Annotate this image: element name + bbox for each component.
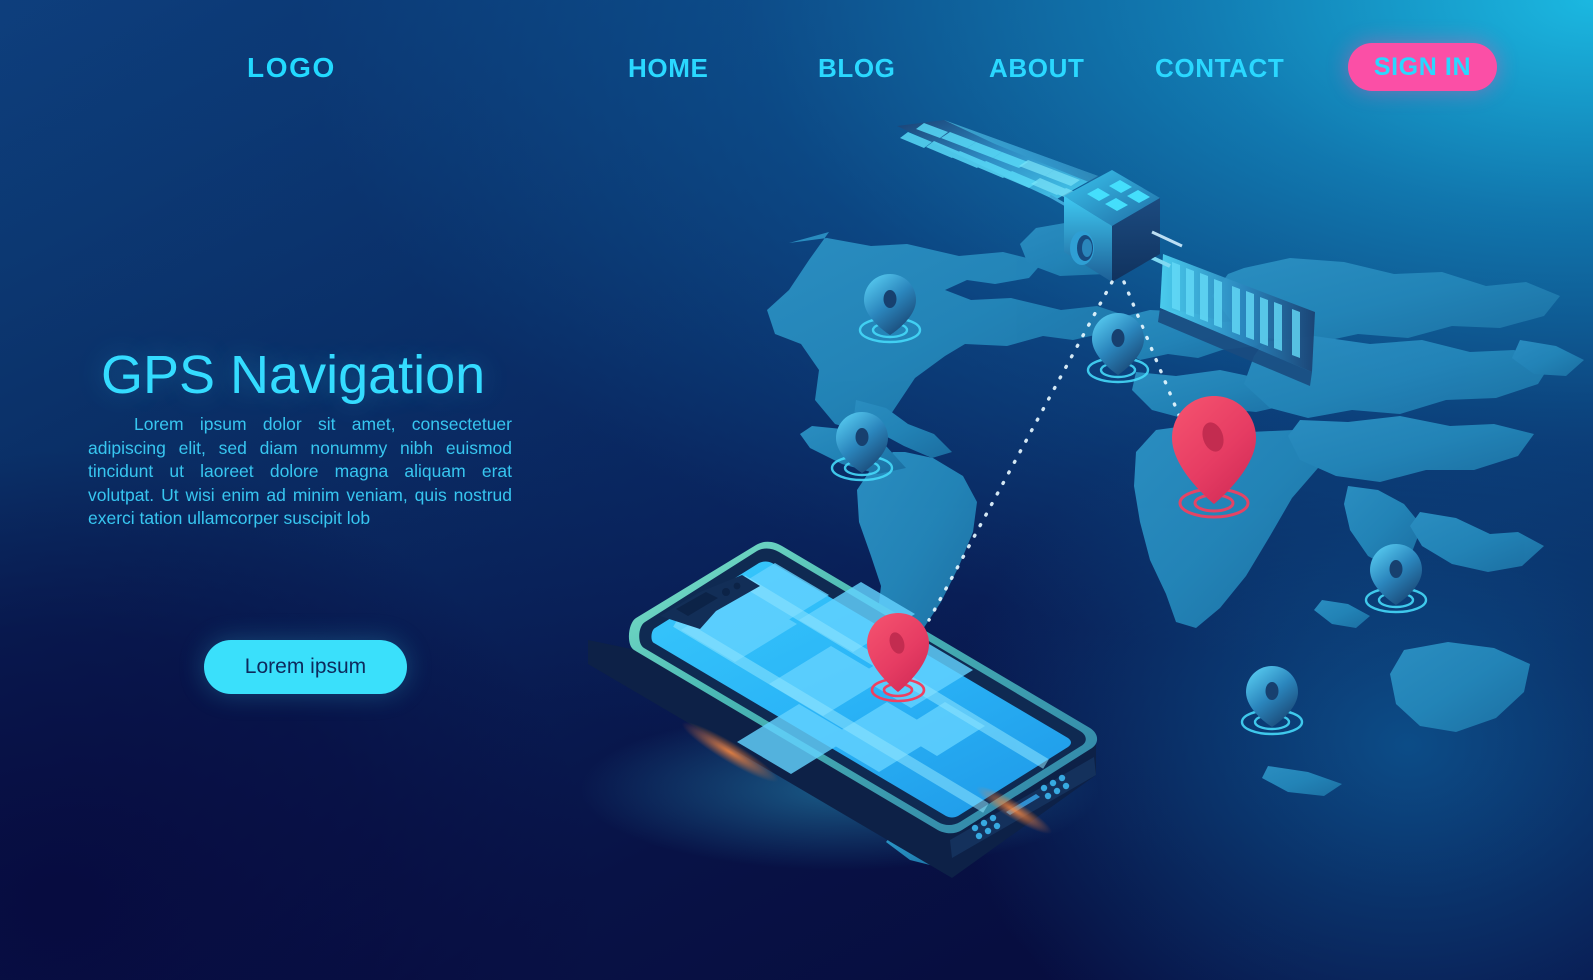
nav-link-home[interactable]: HOME [628,53,708,84]
pin-africa [1240,666,1304,736]
logo[interactable]: LOGO [247,52,336,84]
hero-description: Lorem ipsum dolor sit amet, consectetuer… [88,414,512,529]
page-title: GPS Navigation [101,345,486,405]
nav-link-contact[interactable]: CONTACT [1155,53,1284,84]
cta-button[interactable]: Lorem ipsum [204,640,407,694]
isometric-smartphone [580,541,1100,878]
nav-link-blog[interactable]: BLOG [818,53,896,84]
page-background: LOGO HOME BLOG ABOUT CONTACT SIGN IN GPS… [0,0,1593,980]
top-navigation: LOGO HOME BLOG ABOUT CONTACT SIGN IN [0,0,1593,120]
nav-link-about[interactable]: ABOUT [989,53,1084,84]
sign-in-button[interactable]: SIGN IN [1348,43,1497,91]
